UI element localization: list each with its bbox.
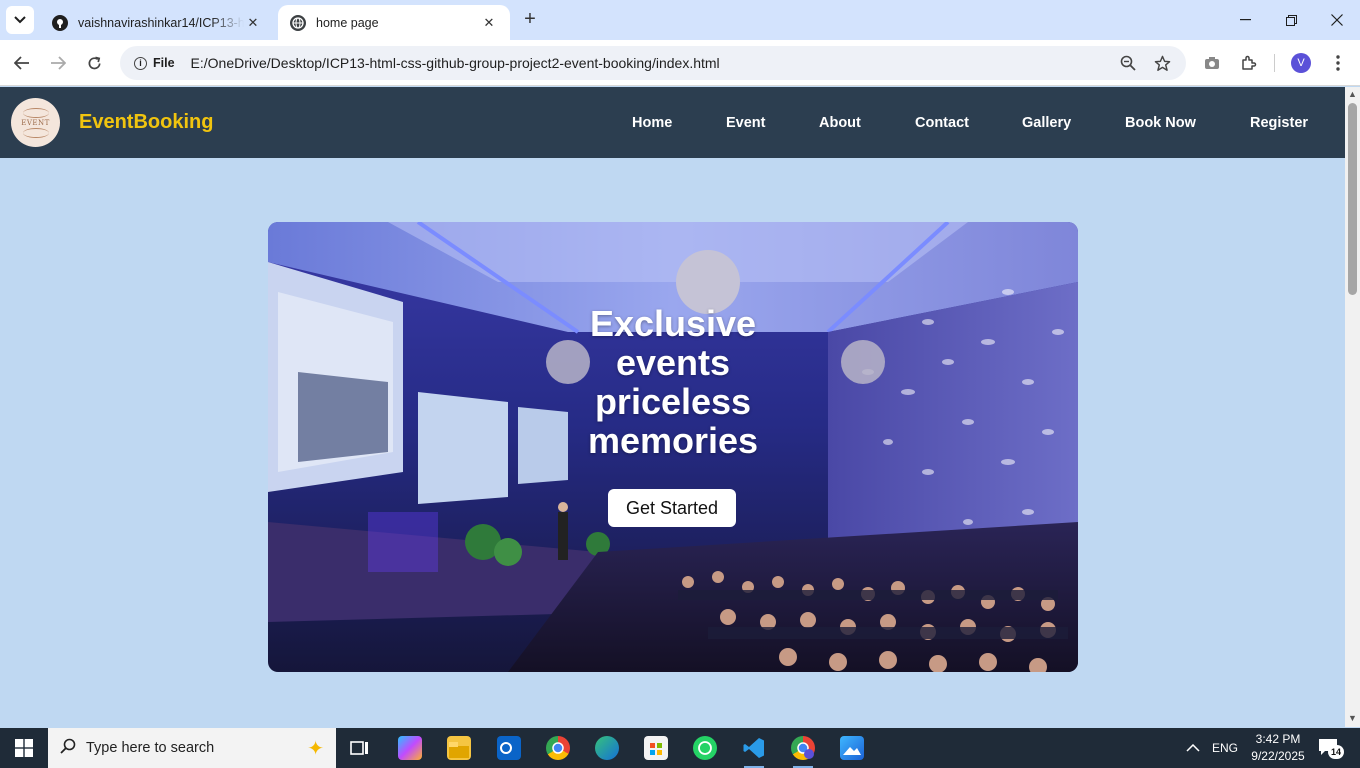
notification-count: 14: [1328, 745, 1344, 759]
github-icon: [52, 14, 68, 31]
tab-title: vaishnavirashinkar14/ICP13-html-css-gith…: [78, 15, 244, 30]
scrollbar-thumb[interactable]: [1348, 103, 1357, 295]
globe-icon: [290, 14, 306, 31]
nav-links: Home Event About Contact Gallery Book No…: [0, 115, 1345, 135]
scroll-down-icon[interactable]: ▼: [1348, 713, 1357, 723]
tab-search-icon[interactable]: [6, 6, 34, 34]
chrome-icon[interactable]: [546, 736, 570, 760]
minimize-icon[interactable]: [1222, 0, 1268, 40]
site-navbar: EVENT EventBooking Home Event About Cont…: [0, 87, 1345, 158]
get-started-button[interactable]: Get Started: [608, 489, 736, 527]
vscode-icon[interactable]: [742, 736, 766, 768]
outlook-icon[interactable]: [497, 736, 521, 760]
close-icon[interactable]: ✕: [244, 15, 262, 31]
scheme-label: File: [153, 56, 175, 70]
chevron-up-icon[interactable]: [1186, 728, 1200, 768]
reload-icon[interactable]: [80, 49, 108, 77]
nav-link-about[interactable]: About: [819, 115, 861, 131]
task-view-icon[interactable]: [348, 736, 372, 760]
nav-link-register[interactable]: Register: [1250, 115, 1308, 131]
tab-title: home page: [316, 15, 379, 30]
windows-taskbar: Type here to search ✦ ENG 3:42 PM 9/22/2…: [0, 728, 1360, 768]
extensions-icon[interactable]: [1235, 49, 1263, 77]
search-placeholder: Type here to search: [86, 740, 215, 756]
clock-date: 9/22/2025: [1251, 749, 1305, 763]
language-indicator[interactable]: ENG: [1212, 728, 1238, 768]
web-page: EVENT EventBooking Home Event About Cont…: [0, 87, 1345, 727]
windows-start-icon[interactable]: [0, 728, 48, 768]
search-icon: [60, 738, 76, 759]
window-close-icon[interactable]: [1314, 0, 1360, 40]
nav-link-home[interactable]: Home: [632, 115, 672, 131]
scroll-up-icon[interactable]: ▲: [1348, 89, 1357, 99]
nav-link-event[interactable]: Event: [726, 115, 766, 131]
browser-tab-home[interactable]: home page ✕: [278, 5, 510, 40]
forward-icon[interactable]: [44, 49, 72, 77]
profile-avatar[interactable]: V: [1291, 53, 1311, 73]
nav-link-contact[interactable]: Contact: [915, 115, 969, 131]
site-info-chip[interactable]: i File: [126, 50, 183, 76]
sparkle-icon: ✦: [307, 738, 324, 760]
browser-toolbar: i File E:/OneDrive/Desktop/ICP13-html-cs…: [0, 40, 1360, 86]
headline-line: memories: [587, 420, 759, 461]
headline-line: events: [615, 342, 731, 383]
plus-icon[interactable]: +: [518, 8, 542, 32]
nav-link-gallery[interactable]: Gallery: [1022, 115, 1071, 131]
nav-link-book-now[interactable]: Book Now: [1125, 115, 1196, 131]
headline-line: priceless: [594, 381, 752, 422]
info-icon: i: [134, 56, 147, 70]
microsoft-store-icon[interactable]: [644, 736, 668, 760]
photos-icon[interactable]: [840, 736, 864, 760]
close-icon[interactable]: ✕: [480, 15, 498, 31]
chrome-profile-icon[interactable]: [791, 736, 815, 768]
back-icon[interactable]: [8, 49, 36, 77]
notification-icon[interactable]: 14: [1318, 738, 1344, 759]
whatsapp-icon[interactable]: [693, 736, 717, 760]
toolbar-separator: [1274, 54, 1275, 72]
star-icon[interactable]: [1150, 51, 1174, 75]
clock-time: 3:42 PM: [1255, 732, 1301, 746]
browser-tab-strip: vaishnavirashinkar14/ICP13-html-css-gith…: [0, 0, 1360, 40]
page-scrollbar[interactable]: ▲ ▼: [1345, 87, 1360, 727]
edge-icon[interactable]: [595, 736, 619, 760]
hero-headline: Exclusive events priceless memories: [268, 304, 1078, 460]
taskbar-search-input[interactable]: Type here to search ✦: [48, 728, 336, 768]
file-explorer-icon[interactable]: [447, 736, 471, 760]
address-bar[interactable]: i File E:/OneDrive/Desktop/ICP13-html-cs…: [120, 46, 1186, 80]
headline-line: Exclusive: [589, 303, 757, 344]
camera-icon[interactable]: [1198, 49, 1226, 77]
restore-icon[interactable]: [1268, 0, 1314, 40]
menu-icon[interactable]: [1324, 49, 1352, 77]
browser-tab-github[interactable]: vaishnavirashinkar14/ICP13-html-css-gith…: [40, 5, 274, 40]
url-text[interactable]: E:/OneDrive/Desktop/ICP13-html-css-githu…: [191, 55, 720, 71]
copilot-icon[interactable]: [398, 736, 422, 760]
hero-banner: Exclusive events priceless memories Get …: [268, 222, 1078, 672]
taskbar-clock[interactable]: 3:42 PM 9/22/2025: [1248, 731, 1308, 765]
zoom-icon[interactable]: [1116, 51, 1140, 75]
